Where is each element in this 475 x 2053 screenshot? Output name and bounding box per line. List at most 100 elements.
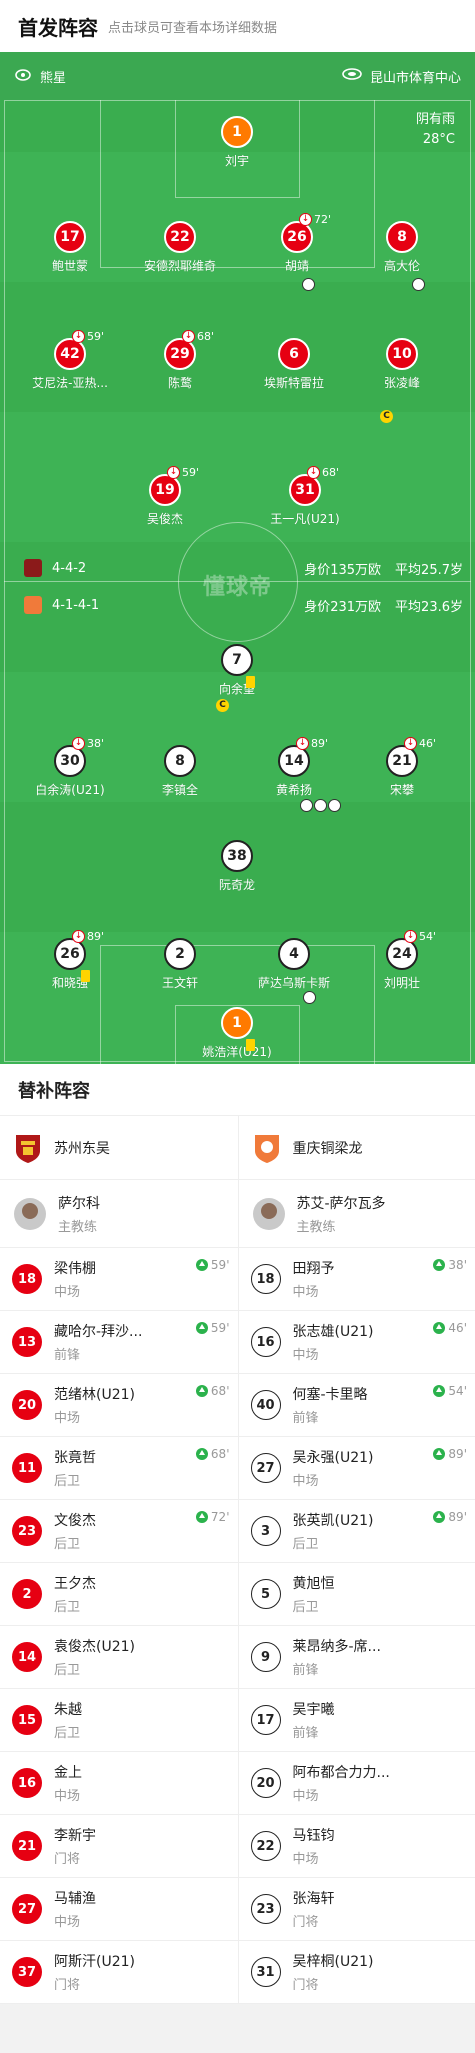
player-number-badge: 8	[164, 745, 196, 777]
goal-ball-icon	[328, 799, 341, 812]
home-player-8[interactable]: 10 张凌峰	[342, 338, 462, 391]
away-sub-row-5[interactable]: 5 黄旭恒 后卫	[238, 1563, 475, 1626]
home-player-4[interactable]: 8 高大伦	[342, 221, 462, 274]
sub-player-name: 吴梓桐(U21)	[292, 1954, 374, 1970]
sub-player-name: 何塞-卡里略	[292, 1387, 368, 1403]
player-number-badge: 1	[221, 116, 253, 148]
home-player-0[interactable]: 1 刘宇	[177, 116, 297, 169]
home-sub-row-8[interactable]: 16 金上 中场	[0, 1752, 238, 1815]
away-player-7[interactable]: 2 王文轩	[120, 938, 240, 991]
sub-in-icon	[195, 1511, 208, 1523]
sub-in-marker: 46'	[433, 1321, 467, 1335]
home-player-1[interactable]: 17 鲍世蒙	[10, 221, 130, 274]
sub-number-badge: 31	[250, 1957, 281, 1987]
sub-player-name: 张志雄(U21)	[292, 1324, 374, 1340]
away-player-10[interactable]: 1 姚浩洋(U21)	[177, 1007, 297, 1060]
sub-player-position: 门将	[292, 1978, 319, 1993]
home-sub-row-10[interactable]: 27 马辅渔 中场	[0, 1878, 238, 1941]
home-sub-row-3[interactable]: 11 张竟哲 后卫 68'	[0, 1437, 238, 1500]
away-player-8[interactable]: 4 萨达乌斯卡斯	[234, 938, 354, 991]
sub-player-name: 范绪林(U21)	[54, 1387, 135, 1403]
home-player-2[interactable]: 22 安德烈耶维奇	[120, 221, 240, 274]
substitution-out-marker: ↓ 38'	[72, 737, 104, 750]
home-player-10[interactable]: 31 ↓ 68' 王一凡(U21)	[245, 466, 365, 527]
home-sub-row-6[interactable]: 14 袁俊杰(U21) 后卫	[0, 1626, 238, 1689]
home-team-name: 苏州东吴	[54, 1140, 110, 1157]
away-player-2[interactable]: 8 李镇全	[120, 745, 240, 798]
away-player-9[interactable]: 24 ↓ 54' 刘明壮	[342, 930, 462, 991]
sub-number-badge: 23	[12, 1516, 42, 1546]
sub-out-icon: ↓	[72, 930, 85, 943]
sub-number-badge: 40	[250, 1390, 281, 1420]
sub-in-marker: 59'	[195, 1321, 230, 1335]
sub-out-time: 68'	[322, 466, 340, 479]
sub-in-icon	[195, 1322, 208, 1334]
away-sub-row-8[interactable]: 20 阿布都合力力... 中场	[238, 1752, 475, 1815]
sub-out-time: 72'	[314, 213, 332, 226]
sub-in-icon	[433, 1511, 446, 1523]
home-sub-row-5[interactable]: 2 王夕杰 后卫	[0, 1563, 238, 1626]
player-name: 姚浩洋(U21)	[202, 1045, 272, 1059]
sub-number-badge: 17	[250, 1705, 281, 1735]
away-sub-row-0[interactable]: 18 田翔予 中场 38'	[238, 1248, 475, 1311]
home-player-6[interactable]: 29 ↓ 68' 陈鹜	[120, 330, 240, 391]
player-name: 宋攀	[389, 783, 414, 797]
goal-ball-icon	[300, 799, 313, 812]
home-sub-row-1[interactable]: 13 藏哈尔-拜沙... 前锋 59'	[0, 1311, 238, 1374]
away-coach[interactable]: 苏艾-萨尔瓦多 主教练	[238, 1180, 475, 1248]
yellow-card-icon	[246, 1039, 255, 1051]
player-name: 王一凡(U21)	[270, 512, 340, 526]
sub-out-time: 68'	[197, 330, 215, 343]
away-sub-row-1[interactable]: 16 张志雄(U21) 中场 46'	[238, 1311, 475, 1374]
sub-out-icon: ↓	[167, 466, 180, 479]
player-name: 黄希扬	[275, 783, 312, 797]
away-team-header[interactable]: 重庆铜梁龙	[238, 1116, 475, 1180]
sub-number-badge: 27	[12, 1894, 42, 1924]
lineup-header: 首发阵容 点击球员可查看本场详细数据	[0, 0, 475, 52]
home-player-3[interactable]: 26 ↓ 72' 胡靖	[237, 213, 357, 274]
home-sub-row-2[interactable]: 20 范绪林(U21) 中场 68'	[0, 1374, 238, 1437]
away-sub-row-7[interactable]: 17 吴宇曦 前锋	[238, 1689, 475, 1752]
away-player-4[interactable]: 21 ↓ 46' 宋攀	[342, 737, 462, 798]
sub-player-position: 中场	[54, 1915, 81, 1930]
sub-out-icon: ↓	[404, 737, 417, 750]
player-number-badge: 38	[221, 840, 253, 872]
home-coach[interactable]: 萨尔科 主教练	[0, 1180, 238, 1248]
sub-player-name: 吴永强(U21)	[292, 1450, 374, 1466]
away-sub-row-4[interactable]: 3 张英凯(U21) 后卫 89'	[238, 1500, 475, 1563]
substitutes-section: 替补阵容 苏州东吴 萨尔科 主教练 18 梁伟棚 中场 59' 13 藏哈尔-拜沙... 前锋…	[0, 1064, 475, 2004]
home-sub-row-7[interactable]: 15 朱越 后卫	[0, 1689, 238, 1752]
sub-number-badge: 13	[12, 1327, 42, 1357]
sub-player-name: 黄旭恒	[292, 1576, 335, 1592]
home-player-7[interactable]: 6 埃斯特雷拉	[234, 338, 354, 391]
away-sub-row-9[interactable]: 22 马钰钧 中场	[238, 1815, 475, 1878]
away-team-name: 重庆铜梁龙	[292, 1140, 363, 1157]
home-player-9[interactable]: 19 ↓ 59' 吴俊杰	[105, 466, 225, 527]
away-player-5[interactable]: 38 阮奇龙	[177, 840, 297, 893]
away-sub-row-3[interactable]: 27 吴永强(U21) 中场 89'	[238, 1437, 475, 1500]
home-team-header[interactable]: 苏州东吴	[0, 1116, 238, 1180]
substitution-out-marker: ↓ 68'	[307, 466, 339, 479]
away-sub-row-10[interactable]: 23 张海轩 门将	[238, 1878, 475, 1941]
player-number-badge: 8	[386, 221, 418, 253]
sub-in-icon	[433, 1448, 446, 1460]
player-number-badge: 2	[164, 938, 196, 970]
home-sub-row-11[interactable]: 37 阿斯汗(U21) 门将	[0, 1941, 238, 2004]
away-player-3[interactable]: 14 ↓ 89' 黄希扬	[234, 737, 354, 798]
away-sub-row-2[interactable]: 40 何塞-卡里略 前锋 54'	[238, 1374, 475, 1437]
sub-in-time: 59'	[210, 1321, 230, 1335]
away-sub-row-11[interactable]: 31 吴梓桐(U21) 门将	[238, 1941, 475, 2004]
away-player-0[interactable]: 7 向余望	[177, 644, 297, 697]
player-name: 王文轩	[161, 976, 198, 990]
home-sub-row-0[interactable]: 18 梁伟棚 中场 59'	[0, 1248, 238, 1311]
sub-number-badge: 22	[250, 1831, 281, 1861]
away-sub-row-6[interactable]: 9 莱昂纳多-席... 前锋	[238, 1626, 475, 1689]
home-player-5[interactable]: 42 ↓ 59' 艾尼法-亚热...	[10, 330, 130, 391]
away-player-1[interactable]: 30 ↓ 38' 白余涛(U21)	[10, 737, 130, 798]
home-sub-row-4[interactable]: 23 文俊杰 后卫 72'	[0, 1500, 238, 1563]
away-player-6[interactable]: 26 ↓ 89' 和晓强	[10, 930, 130, 991]
sub-out-icon: ↓	[296, 737, 309, 750]
home-sub-row-9[interactable]: 21 李新宇 门将	[0, 1815, 238, 1878]
sub-player-position: 中场	[292, 1474, 319, 1489]
sub-number-badge: 9	[250, 1642, 281, 1672]
